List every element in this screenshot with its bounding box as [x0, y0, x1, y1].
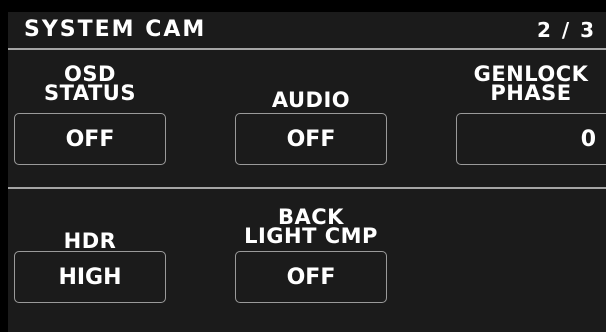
param-label: GENLOCK PHASE — [473, 62, 589, 105]
param-osd-status: OSD STATUS OFF — [14, 62, 166, 172]
param-label: AUDIO — [271, 88, 351, 112]
param-label: BACK LIGHT CMP — [244, 205, 378, 248]
param-genlock-phase: GENLOCK PHASE 0 — [456, 62, 606, 172]
page-indicator: 2 / 3 — [536, 18, 596, 42]
back-light-cmp-value-button[interactable]: OFF — [235, 251, 387, 303]
genlock-phase-value-button[interactable]: 0 — [456, 113, 606, 165]
osd-status-value-button[interactable]: OFF — [14, 113, 166, 165]
param-audio: AUDIO OFF — [235, 62, 387, 172]
row-divider — [8, 187, 606, 189]
audio-value-button[interactable]: OFF — [235, 113, 387, 165]
param-hdr: HDR HIGH — [14, 205, 166, 315]
menu-title: SYSTEM CAM — [24, 17, 207, 42]
header-divider — [8, 48, 606, 50]
param-back-light-cmp: BACK LIGHT CMP OFF — [235, 205, 387, 315]
param-label: HDR — [63, 229, 117, 253]
param-label: OSD STATUS — [44, 62, 136, 105]
hdr-value-button[interactable]: HIGH — [14, 251, 166, 303]
